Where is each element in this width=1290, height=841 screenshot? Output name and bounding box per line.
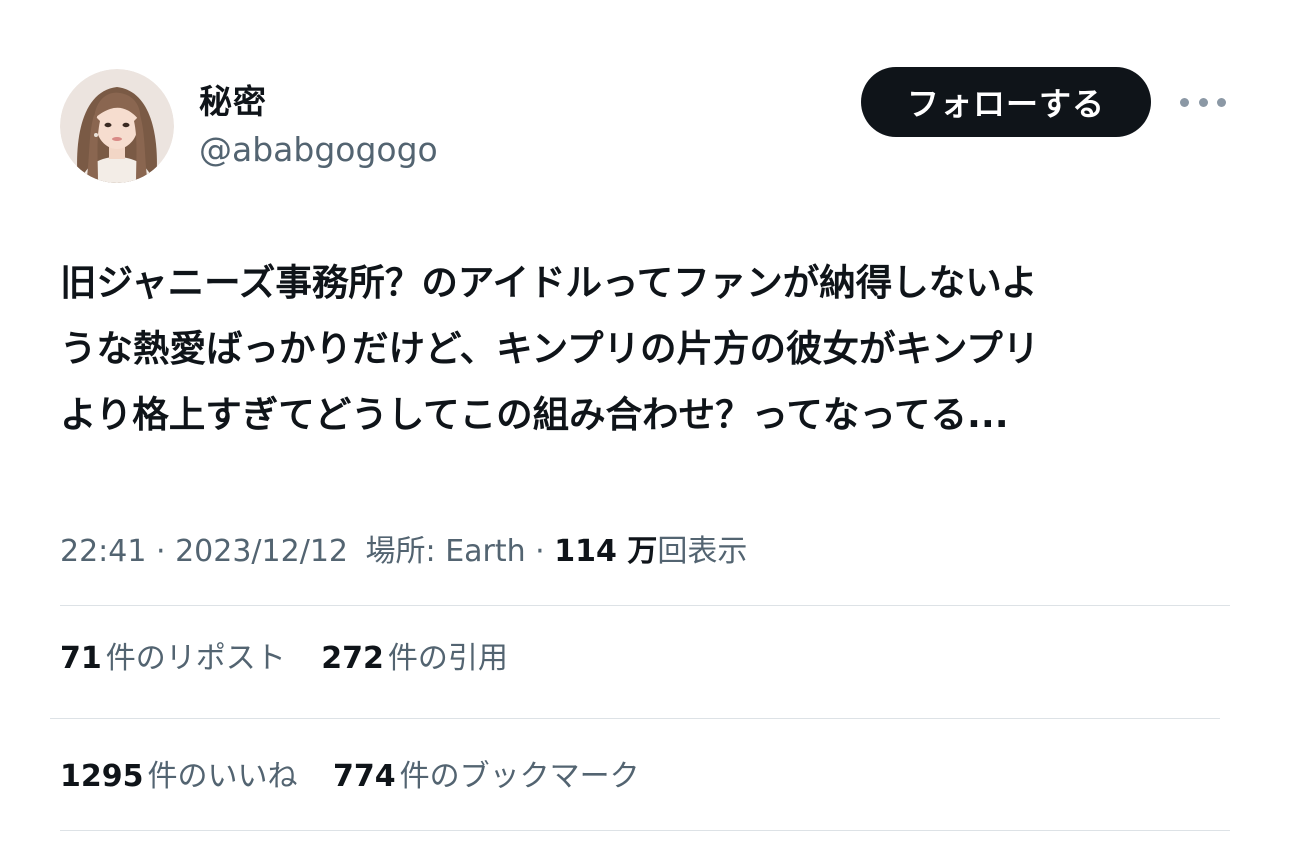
- bookmarks-count: 774: [333, 759, 396, 794]
- divider: [60, 605, 1230, 606]
- divider: [50, 718, 1220, 719]
- tweet-header: 秘密 @ababgogogo フォローする: [0, 0, 1290, 200]
- tweet-time: 22:41: [60, 534, 147, 569]
- quotes-label: 件の引用: [387, 641, 508, 676]
- bookmarks-stat[interactable]: 774 件のブックマーク: [333, 755, 640, 799]
- tweet-meta: 22:41 · 2023/12/12 場所: Earth · 114 万回表示: [60, 530, 747, 574]
- tweet-time-link[interactable]: 22:41 · 2023/12/12: [60, 534, 348, 569]
- more-options-button[interactable]: [1180, 88, 1226, 116]
- likes-count: 1295: [60, 759, 144, 794]
- user-handle[interactable]: @ababgogogo: [199, 128, 438, 172]
- follow-button[interactable]: フォローする: [861, 67, 1151, 137]
- tweet-text-line: 旧ジャニーズ事務所？のアイドルってファンが納得しないよ: [60, 261, 1038, 304]
- stats-row-likes-bookmarks: 1295 件のいいね 774 件のブックマーク: [60, 755, 666, 799]
- user-display-name[interactable]: 秘密: [199, 80, 267, 124]
- meta-separator: ·: [525, 534, 555, 569]
- tweet-text: 旧ジャニーズ事務所？のアイドルってファンが納得しないよ うな熱愛ばっかりだけど、…: [60, 250, 1230, 448]
- likes-stat[interactable]: 1295 件のいいね: [60, 755, 298, 799]
- tweet-text-line: うな熱愛ばっかりだけど、キンプリの片方の彼女がキンプリ: [60, 327, 1040, 370]
- bookmarks-label: 件のブックマーク: [399, 759, 640, 794]
- likes-label: 件のいいね: [147, 759, 298, 794]
- more-horizontal-icon-dot-2: [1198, 97, 1208, 107]
- user-avatar[interactable]: [60, 69, 174, 183]
- reposts-label: 件のリポスト: [105, 641, 286, 676]
- tweet-text-line: より格上すぎてどうしてこの組み合わせ？ってなってる...: [60, 393, 1009, 436]
- avatar-photo-icon: [60, 69, 174, 183]
- tweet-location: 場所: Earth: [365, 534, 526, 569]
- views-count: 114 万: [554, 534, 658, 569]
- quotes-count: 272: [321, 641, 384, 676]
- quotes-stat[interactable]: 272 件の引用: [321, 637, 508, 681]
- reposts-stat[interactable]: 71 件のリポスト: [60, 637, 286, 681]
- more-horizontal-icon-dot-3: [1217, 97, 1226, 107]
- more-horizontal-icon: [1180, 97, 1189, 107]
- tweet-date: 2023/12/12: [175, 534, 348, 569]
- views-label: 回表示: [657, 534, 748, 569]
- reposts-count: 71: [60, 641, 102, 676]
- stats-row-reposts-quotes: 71 件のリポスト 272 件の引用: [60, 637, 534, 681]
- meta-separator: ·: [146, 534, 176, 569]
- divider: [60, 830, 1230, 831]
